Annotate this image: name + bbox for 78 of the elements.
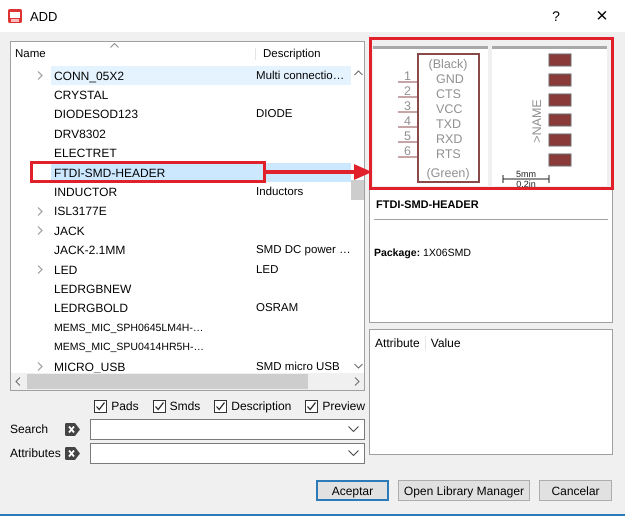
horizontal-scrollbar[interactable] (11, 373, 364, 390)
filter-label: Attributes (10, 446, 62, 460)
filter-combo-box[interactable] (90, 418, 365, 440)
app-icon (7, 8, 23, 24)
list-row[interactable]: CRYSTAL (51, 85, 351, 105)
component-name: LED (53, 262, 78, 277)
list-row[interactable]: ISL3177E (51, 202, 351, 222)
component-description: DIODE (256, 108, 292, 120)
component-name: ELECTRET (53, 146, 117, 160)
package-info: Package: 1X06SMD (374, 247, 472, 259)
list-row[interactable]: LED LED (51, 260, 351, 280)
dialog-button[interactable]: Open Library Manager (398, 480, 530, 501)
list-row[interactable]: MICRO_USB SMD micro USB (51, 356, 351, 373)
clear-icon[interactable] (65, 446, 80, 460)
column-header[interactable]: Value (426, 336, 466, 350)
list-row[interactable]: ELECTRET (51, 144, 351, 163)
checkbox[interactable] (305, 400, 318, 412)
description-title: FTDI-SMD-HEADER (374, 190, 608, 220)
list-row[interactable]: JACK-2.1MM SMD DC power … (51, 240, 351, 260)
component-name: MEMS_MIC_SPU0414HR5H-… (53, 341, 204, 354)
checkbox[interactable] (152, 400, 166, 412)
expand-icon[interactable] (37, 206, 43, 216)
component-description: SMD micro USB (256, 360, 340, 373)
package-footprint-drawing: >NAME 5mm 0.2in (492, 48, 606, 188)
close-button[interactable]: × (579, 0, 625, 32)
scroll-up-icon[interactable] (354, 70, 363, 76)
scrollbar-thumb[interactable] (350, 180, 364, 200)
list-row[interactable]: MEMS_MIC_SPH0645LM4H-… (51, 318, 351, 338)
option-checkbox[interactable]: Pads (94, 399, 139, 413)
component-name: JACK (53, 224, 85, 238)
component-description: OSRAM (256, 302, 298, 314)
sort-icon (110, 42, 119, 48)
component-name: INDUCTOR (53, 185, 118, 200)
clear-icon[interactable] (65, 422, 80, 436)
component-name: MICRO_USB (53, 360, 126, 373)
window-title: ADD (30, 8, 58, 24)
option-checkbox[interactable]: Description (214, 399, 292, 413)
column-header[interactable]: Name (11, 48, 256, 60)
component-name: DIODESOD123 (53, 107, 138, 122)
component-description: LED (256, 264, 278, 276)
scroll-right-icon[interactable] (354, 377, 360, 386)
option-checkbox[interactable]: Preview (305, 399, 365, 413)
dialog-button[interactable]: Aceptar (316, 480, 389, 501)
component-name: ISL3177E (53, 204, 107, 218)
component-name: CONN_05X2 (53, 68, 124, 83)
list-row[interactable]: CONN_05X2 Multi connectio… (51, 66, 351, 86)
list-row[interactable]: LEDRGBOLD OSRAM (51, 298, 351, 318)
list-row[interactable]: LEDRGBNEW (51, 279, 351, 299)
component-name: JACK-2.1MM (53, 243, 126, 258)
component-name: FTDI-SMD-HEADER (53, 166, 166, 180)
checkbox[interactable] (214, 400, 228, 412)
list-row[interactable]: MEMS_MIC_SPU0414HR5H-… (51, 337, 351, 357)
list-row[interactable]: DRV8302 (51, 124, 351, 144)
expand-icon[interactable] (37, 71, 43, 80)
filter-label: Search (10, 422, 50, 436)
option-checkbox[interactable]: Smds (152, 399, 200, 413)
filter-combo-box[interactable] (90, 442, 365, 464)
scroll-down-icon[interactable] (354, 363, 363, 369)
list-row[interactable]: JACK (51, 221, 351, 241)
component-name: CRYSTAL (53, 88, 108, 102)
component-name: DRV8302 (53, 126, 106, 141)
component-name: LEDRGBNEW (53, 282, 132, 296)
expand-icon[interactable] (37, 265, 43, 274)
component-name: MEMS_MIC_SPH0645LM4H-… (53, 322, 204, 334)
column-header[interactable]: Description (259, 48, 321, 60)
help-button[interactable]: ? (533, 0, 579, 32)
expand-icon[interactable] (37, 226, 43, 236)
component-description: SMD DC power … (256, 244, 351, 256)
expand-icon[interactable] (37, 362, 43, 372)
component-name: LEDRGBOLD (53, 301, 128, 316)
dialog-button[interactable]: Cancelar (539, 480, 612, 501)
component-description: Multi connectio… (256, 70, 344, 82)
list-row[interactable]: INDUCTOR Inductors (51, 182, 351, 202)
checkbox[interactable] (94, 400, 108, 412)
column-header[interactable]: Attribute (370, 336, 426, 350)
list-row[interactable]: DIODESOD123 DIODE (51, 104, 351, 124)
scroll-left-icon[interactable] (15, 377, 21, 386)
component-description: Inductors (256, 186, 304, 198)
